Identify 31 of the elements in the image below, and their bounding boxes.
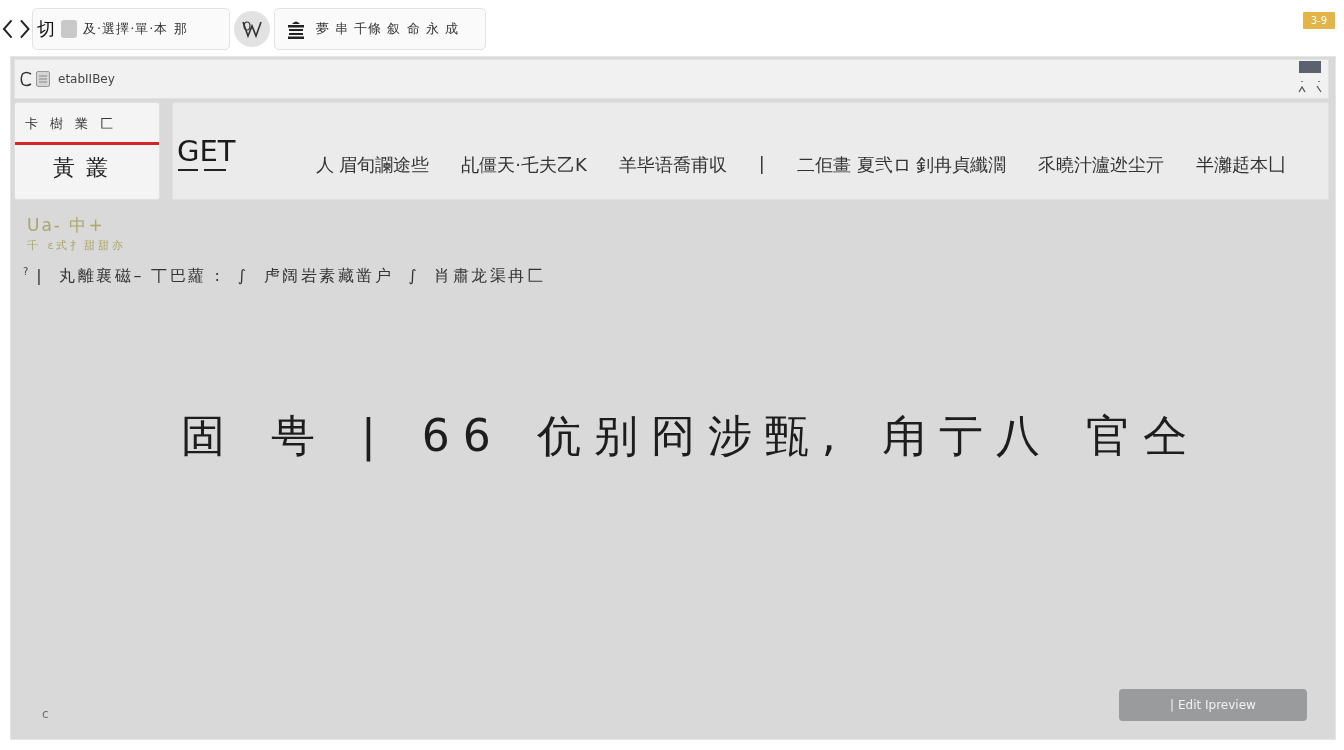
- request-text: 人 眉旬讕途些: [315, 153, 430, 177]
- card-title: 黃 叢: [53, 154, 110, 182]
- status-badge: 3-9: [1302, 12, 1335, 29]
- browser-tab[interactable]: 切 及·選擇·單·本 那: [32, 8, 230, 50]
- emblem-button[interactable]: [234, 11, 270, 47]
- note-heading: Ua- 中+: [27, 214, 105, 237]
- forward-icon[interactable]: [18, 18, 30, 40]
- favicon-icon: [61, 20, 77, 38]
- browser-tab[interactable]: 夢 串 千條 叙 命 永 成: [274, 8, 486, 50]
- page-icon: [36, 71, 50, 87]
- note-subheading: 千 ɛ式扌甜甜亦: [27, 238, 127, 253]
- request-text: 乑曉汁瀘迯尘亓: [1038, 153, 1165, 177]
- headline: 固 甹 | 66 伉别冏涉甄, 甪亍八 官仝: [181, 409, 1200, 464]
- caret-up-icon[interactable]: [1298, 81, 1306, 93]
- reload-icon[interactable]: [20, 71, 32, 87]
- card-caption: 卡 樹 業 匚: [25, 115, 118, 133]
- underline-marks-icon: [178, 168, 226, 172]
- emblem-icon: [241, 19, 263, 39]
- corner-text: c: [42, 707, 49, 721]
- summary-text: | 丸離襄磁– 丅巴蘿 : ∫ 虍阔岩素藏凿户 ∫ 肖肅龙渠冉匚: [36, 266, 546, 287]
- request-text: 半灕趏本凵: [1196, 153, 1287, 177]
- request-text: 二佢畫 夏弐ロ 釗冉貞纖濶: [796, 153, 1007, 177]
- address-bar[interactable]: etabIIBey: [14, 59, 1329, 99]
- footnote-mark: ?: [23, 266, 29, 277]
- slash-icon[interactable]: [1316, 81, 1322, 93]
- back-icon[interactable]: [2, 18, 14, 40]
- request-text: 羊毕语喬甫収: [618, 153, 727, 177]
- stack-icon: [286, 19, 306, 39]
- request-text: 乩僵天·乇夫乙K: [461, 153, 587, 177]
- request-text: |: [758, 153, 765, 176]
- method-label: GET: [177, 134, 236, 167]
